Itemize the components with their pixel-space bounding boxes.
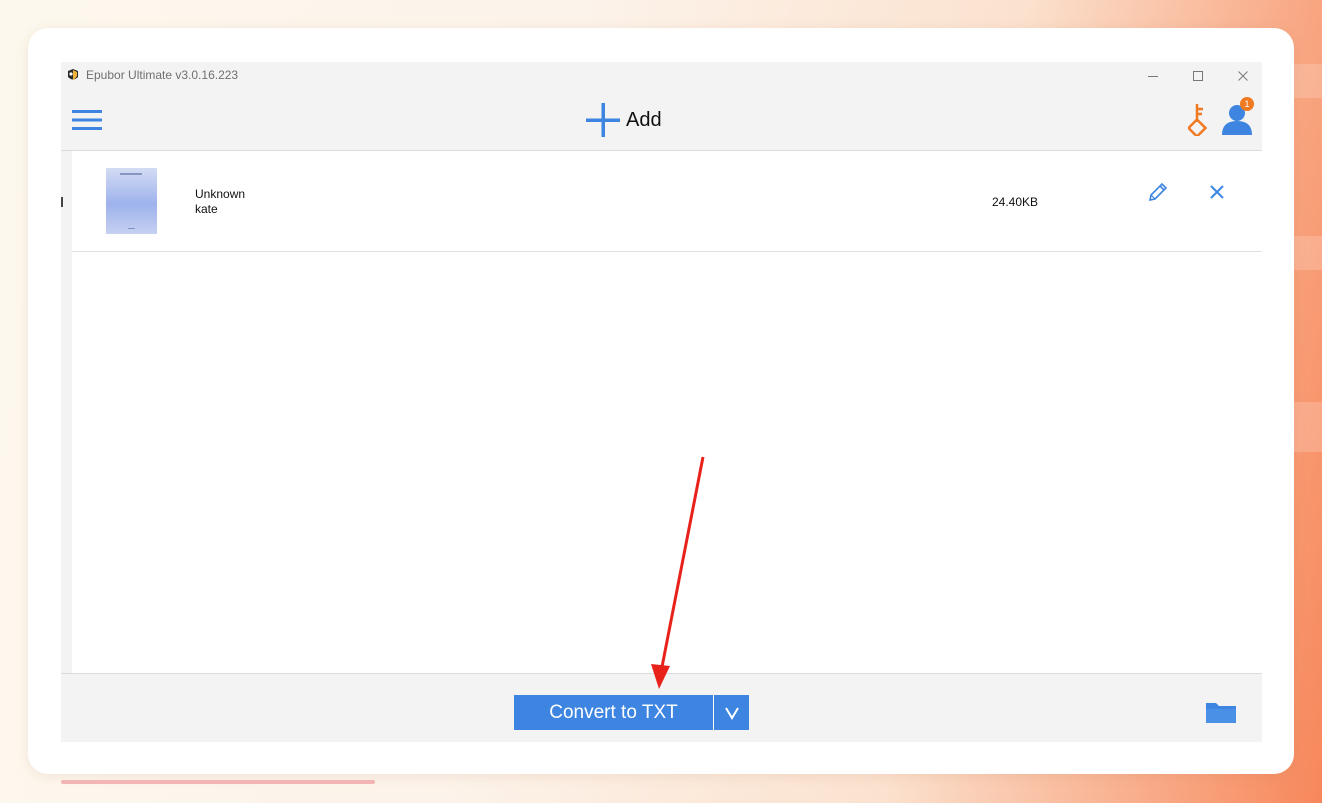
- maximize-button[interactable]: [1175, 62, 1221, 89]
- key-icon[interactable]: [1188, 102, 1212, 136]
- notification-badge: 1: [1240, 97, 1254, 111]
- book-row[interactable]: Unknown kate 24.40KB: [72, 151, 1262, 252]
- folder-icon[interactable]: [1205, 700, 1237, 724]
- add-label: Add: [626, 108, 662, 131]
- minimize-button[interactable]: [1130, 62, 1176, 89]
- chevron-down-icon: [724, 706, 739, 720]
- left-gutter: [61, 151, 72, 673]
- close-window-button[interactable]: [1220, 62, 1262, 89]
- toolbar: Add 1: [61, 89, 1262, 151]
- book-file-size: 24.40KB: [992, 195, 1039, 209]
- window-title: Epubor Ultimate v3.0.16.223: [86, 68, 239, 82]
- book-title: Unknown: [195, 187, 246, 201]
- convert-button[interactable]: Convert to TXT: [514, 695, 713, 730]
- horizontal-scroll-indicator: [61, 780, 375, 784]
- add-button[interactable]: Add: [586, 101, 662, 139]
- book-list: Unknown kate 24.40KB: [61, 151, 1262, 673]
- app-window: Epubor Ultimate v3.0.16.223 Add 1 Unknow…: [61, 62, 1262, 742]
- plus-icon: [586, 103, 620, 137]
- maximize-icon: [1193, 70, 1203, 81]
- book-cover-thumbnail: [106, 168, 157, 234]
- pencil-icon[interactable]: [1147, 181, 1169, 203]
- convert-split-button: Convert to TXT: [514, 695, 749, 730]
- bottom-bar: Convert to TXT: [61, 673, 1262, 742]
- row-marker: [61, 197, 63, 207]
- convert-format-dropdown[interactable]: [714, 695, 749, 730]
- close-icon[interactable]: [1208, 183, 1226, 201]
- close-icon: [1238, 70, 1248, 81]
- book-author: kate: [195, 202, 218, 216]
- minimize-icon: [1148, 75, 1158, 77]
- hamburger-menu-icon[interactable]: [71, 106, 103, 134]
- title-bar: Epubor Ultimate v3.0.16.223: [61, 62, 1262, 89]
- app-logo-icon: [68, 69, 78, 80]
